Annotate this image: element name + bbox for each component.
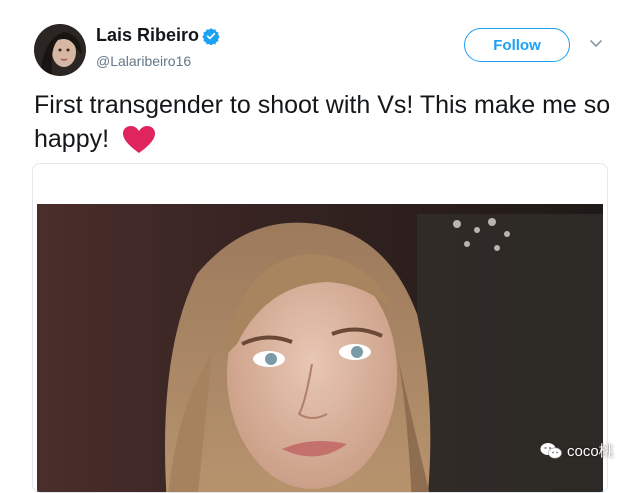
tweet-text: First transgender to shoot with Vs! This… <box>34 88 614 156</box>
verified-badge-icon <box>202 28 220 45</box>
avatar[interactable] <box>34 24 86 76</box>
heart-emoji-icon <box>123 126 156 154</box>
watermark-text: coco桃 <box>567 443 614 460</box>
display-name[interactable]: Lais Ribeiro <box>96 25 199 46</box>
follow-button[interactable]: Follow <box>464 28 570 62</box>
media-card[interactable] <box>32 163 608 493</box>
tweet-photo[interactable] <box>37 204 603 493</box>
wechat-icon <box>540 442 562 458</box>
chevron-down-icon[interactable] <box>588 36 604 52</box>
tweet-body: First transgender to shoot with Vs! This… <box>34 91 611 153</box>
watermark: coco桃 <box>540 440 614 461</box>
user-handle[interactable]: @Lalaribeiro16 <box>96 53 191 69</box>
